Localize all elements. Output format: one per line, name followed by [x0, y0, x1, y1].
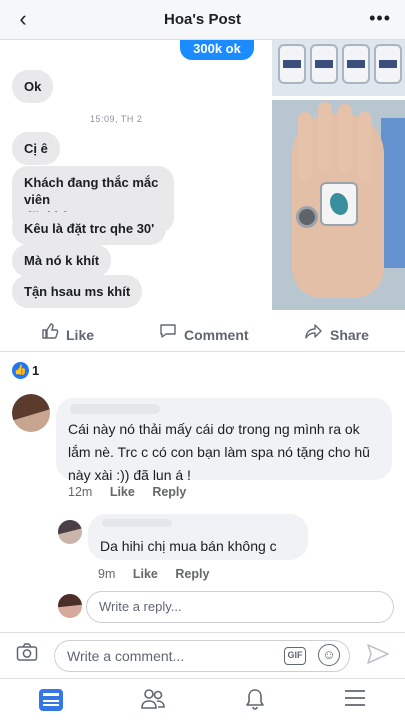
comment-button[interactable]: Comment: [158, 322, 249, 343]
comment-bar: Write a comment... GIF ☺: [0, 632, 405, 678]
comment-reply-link[interactable]: Reply: [152, 485, 186, 499]
page-title: Hoa's Post: [164, 11, 241, 28]
notifications-bell-icon[interactable]: [240, 687, 270, 713]
news-feed-icon[interactable]: [36, 687, 66, 713]
comment-bubble: Cái này nó thải mấy cái dơ trong ng mình…: [56, 398, 392, 483]
comment-like-link[interactable]: Like: [110, 485, 135, 499]
reply-text: Da hihi chị mua bán không c: [100, 538, 277, 554]
received-message-bubble: Cị ê: [12, 132, 60, 165]
received-message-bubble: Ok: [12, 70, 54, 103]
thumbs-up-icon: [40, 322, 60, 346]
post-image[interactable]: 300k ok Ok 15:09, TH 2 Cị ê Khách đang t…: [0, 40, 405, 310]
like-icon: 👍: [12, 362, 29, 379]
comment-bubble-icon: [158, 322, 178, 346]
reaction-count: 1: [32, 363, 40, 378]
reply-input[interactable]: Write a reply...: [86, 591, 394, 623]
gif-icon[interactable]: GIF: [284, 647, 306, 665]
reply-meta: 9m Like Reply: [98, 567, 223, 581]
send-icon[interactable]: [364, 643, 392, 669]
top-bar: ‹ Hoa's Post •••: [0, 0, 405, 40]
received-message-bubble: Mà nó k khít: [12, 244, 112, 277]
more-options-icon[interactable]: •••: [369, 8, 391, 29]
product-photo-jars: [272, 40, 405, 96]
like-button[interactable]: Like: [40, 322, 94, 343]
comment-text: Cái này nó thải mấy cái dơ trong ng mình…: [68, 421, 370, 483]
replier-name-blurred: [102, 519, 172, 527]
share-arrow-icon: [304, 322, 324, 346]
reply-like-link[interactable]: Like: [133, 567, 158, 581]
emoji-icon[interactable]: ☺: [318, 644, 340, 666]
menu-hamburger-icon[interactable]: [340, 687, 370, 713]
product-photo-hand: [272, 100, 405, 310]
chat-timestamp: 15:09, TH 2: [90, 114, 143, 124]
chat-screenshot: 300k ok Ok 15:09, TH 2 Cị ê Khách đang t…: [0, 40, 268, 310]
comment-meta: 12m Like Reply: [68, 485, 200, 499]
avatar: [58, 594, 82, 618]
post-actions: Like Comment Share: [0, 312, 405, 352]
received-message-bubble: Tận hsau ms khít: [12, 275, 143, 308]
sent-message-bubble: 300k ok: [180, 40, 254, 60]
received-message-bubble: Kêu là đặt trc qhe 30': [12, 212, 167, 245]
reply-time: 9m: [98, 567, 116, 581]
reply-bubble: Da hihi chị mua bán không c: [88, 514, 308, 560]
avatar[interactable]: [12, 394, 50, 432]
share-button[interactable]: Share: [304, 322, 369, 343]
comment-time: 12m: [68, 485, 93, 499]
avatar[interactable]: [58, 520, 82, 544]
reply-reply-link[interactable]: Reply: [175, 567, 209, 581]
friends-icon[interactable]: [138, 687, 168, 713]
camera-icon[interactable]: [14, 642, 40, 668]
commenter-name-blurred: [70, 404, 160, 414]
bottom-tab-bar: [0, 678, 405, 720]
